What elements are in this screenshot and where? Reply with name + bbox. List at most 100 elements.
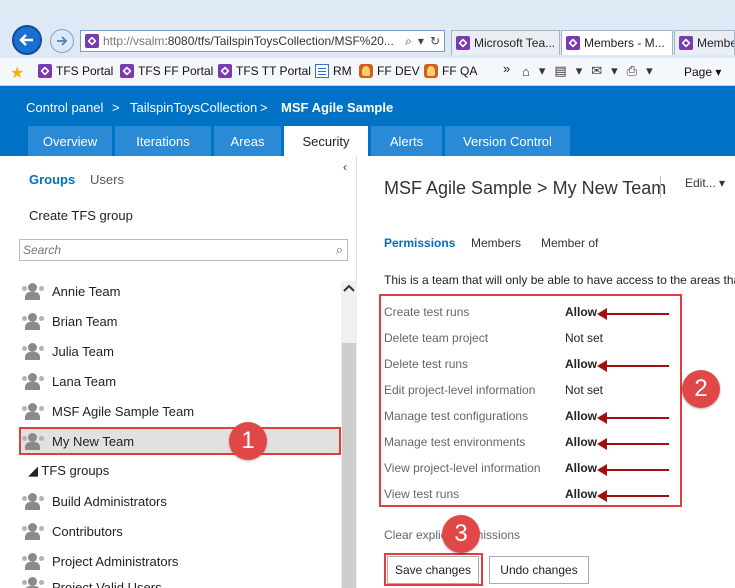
back-arrow-icon	[19, 34, 33, 46]
scroll-up-icon[interactable]	[341, 283, 357, 299]
home-dropdown-icon[interactable]: ▾	[539, 63, 546, 79]
subtab-members[interactable]: Members	[471, 236, 521, 250]
annotation-arrow	[597, 412, 669, 424]
tab-version-control[interactable]: Version Control	[445, 126, 570, 156]
more-favorites-icon[interactable]: »	[503, 61, 510, 76]
groups-pivot[interactable]: Groups	[29, 172, 75, 187]
forward-arrow-icon	[57, 36, 68, 46]
group-item-project-valid-users[interactable]: Project Valid Users	[19, 576, 340, 588]
tfs-header: Control panel > TailspinToysCollection >…	[0, 86, 735, 126]
admin-tabs: Overview Iterations Areas Security Alert…	[0, 126, 735, 156]
rm-icon	[315, 64, 329, 78]
browser-tab[interactable]: Microsoft Tea...	[451, 30, 560, 55]
group-item-msf-agile-sample-team[interactable]: MSF Agile Sample Team	[19, 398, 340, 424]
back-button[interactable]	[12, 25, 42, 55]
favorites-star-icon[interactable]: ★	[10, 63, 24, 83]
mail-dropdown-icon[interactable]: ▾	[611, 63, 618, 79]
site-favicon-icon	[85, 34, 99, 48]
create-tfs-group-link[interactable]: Create TFS group	[29, 208, 133, 223]
favorite-ff-qa[interactable]: FF QA	[424, 64, 477, 78]
vs-logo-icon	[38, 64, 52, 78]
browser-tab-active[interactable]: Members - M... ✕	[561, 30, 673, 55]
feeds-icon[interactable]: ▤	[554, 63, 566, 79]
edit-menu-button[interactable]: Edit... ▾	[660, 176, 725, 198]
favorite-ff-dev[interactable]: FF DEV	[359, 64, 420, 78]
annotation-arrow	[597, 490, 669, 502]
favorite-rm[interactable]: RM	[315, 64, 352, 78]
breadcrumb-project[interactable]: MSF Agile Sample	[281, 100, 393, 115]
annotation-box-selected-team	[19, 427, 341, 455]
close-tab-icon[interactable]: ✕	[671, 37, 672, 50]
print-icon[interactable]: ⎙	[627, 63, 637, 79]
breadcrumb-collection[interactable]: TailspinToysCollection	[130, 100, 257, 115]
group-item-annie-team[interactable]: Annie Team	[19, 278, 340, 304]
group-icon	[22, 552, 44, 570]
refresh-icon[interactable]: ↻	[430, 34, 440, 49]
breadcrumb-separator: >	[112, 100, 120, 115]
team-description: This is a team that will only be able to…	[384, 273, 735, 287]
team-icon	[22, 282, 44, 300]
vs-logo-icon	[120, 64, 134, 78]
annotation-box-save	[384, 553, 483, 586]
callout-2: 2	[682, 370, 720, 408]
tab-iterations[interactable]: Iterations	[115, 126, 211, 156]
page-menu[interactable]: Page ▾	[684, 65, 721, 79]
annotation-arrow	[597, 464, 669, 476]
tab-alerts[interactable]: Alerts	[371, 126, 442, 156]
tab-favicon-icon	[679, 36, 693, 50]
tab-favicon-icon	[566, 36, 580, 50]
callout-3: 3	[442, 515, 480, 553]
search-icon[interactable]: ⌕	[336, 242, 343, 258]
print-dropdown-icon[interactable]: ▾	[646, 63, 653, 79]
tab-favicon-icon	[456, 36, 470, 50]
favorite-tfs-ff-portal[interactable]: TFS FF Portal	[120, 64, 213, 78]
callout-1: 1	[229, 422, 267, 460]
mail-icon[interactable]: ✉	[591, 63, 602, 79]
annotation-arrow	[597, 438, 669, 450]
tab-areas[interactable]: Areas	[214, 126, 281, 156]
address-dropdown-icon[interactable]: ▾	[418, 34, 424, 49]
annotation-box-permissions	[379, 294, 682, 507]
group-item-build-administrators[interactable]: Build Administrators	[19, 488, 340, 514]
address-bar[interactable]: http://vsalm:8080/tfs/TailspinToysCollec…	[80, 30, 445, 52]
group-item-lana-team[interactable]: Lana Team	[19, 368, 340, 394]
page-title: MSF Agile Sample > My New Team	[384, 178, 667, 198]
tab-overview[interactable]: Overview	[28, 126, 112, 156]
scroll-thumb[interactable]	[342, 343, 356, 588]
team-icon	[22, 402, 44, 420]
ff-icon	[424, 64, 438, 78]
tab-security[interactable]: Security	[284, 126, 368, 156]
team-icon	[22, 312, 44, 330]
group-icon	[22, 492, 44, 510]
search-input[interactable]	[20, 240, 310, 260]
annotation-arrow	[597, 308, 669, 320]
forward-button[interactable]	[50, 29, 74, 53]
group-item-project-administrators[interactable]: Project Administrators	[19, 548, 340, 574]
users-pivot[interactable]: Users	[90, 172, 124, 187]
breadcrumb-control-panel[interactable]: Control panel	[26, 100, 103, 115]
feeds-dropdown-icon[interactable]: ▾	[576, 63, 583, 79]
undo-changes-button[interactable]: Undo changes	[489, 556, 589, 584]
address-text[interactable]: http://vsalm:8080/tfs/TailspinToysCollec…	[103, 34, 393, 48]
browser-toolbar: http://vsalm:8080/tfs/TailspinToysCollec…	[0, 0, 735, 58]
favorite-tfs-portal[interactable]: TFS Portal	[38, 64, 113, 78]
home-icon[interactable]: ⌂	[522, 64, 530, 79]
vs-logo-icon	[218, 64, 232, 78]
group-icon	[22, 522, 44, 540]
annotation-arrow	[597, 360, 669, 372]
group-item-julia-team[interactable]: Julia Team	[19, 338, 340, 364]
groups-scrollbar[interactable]	[341, 281, 357, 588]
tfs-groups-node[interactable]: ◢ TFS groups	[28, 463, 109, 479]
subtab-permissions[interactable]: Permissions	[384, 236, 455, 250]
group-item-contributors[interactable]: Contributors	[19, 518, 340, 544]
subtab-member-of[interactable]: Member of	[541, 236, 598, 250]
address-search-icon[interactable]: ⌕	[405, 34, 412, 49]
group-search: ⌕	[19, 239, 348, 261]
team-icon	[22, 342, 44, 360]
favorites-bar: ★ TFS Portal TFS FF Portal TFS TT Portal…	[0, 58, 735, 86]
group-item-brian-team[interactable]: Brian Team	[19, 308, 340, 334]
collapse-pane-icon[interactable]: ‹	[343, 160, 347, 174]
team-icon	[22, 372, 44, 390]
favorite-tfs-tt-portal[interactable]: TFS TT Portal	[218, 64, 311, 78]
browser-tab[interactable]: Membe	[674, 30, 735, 55]
